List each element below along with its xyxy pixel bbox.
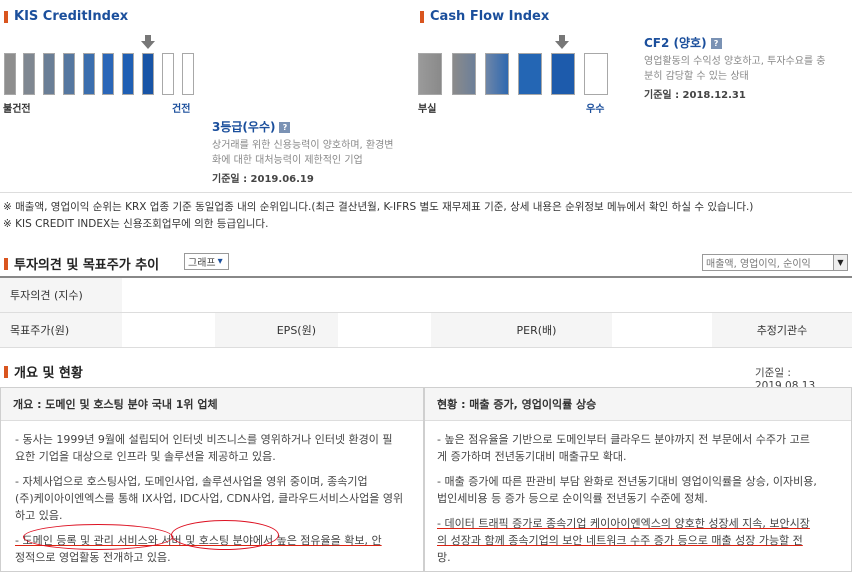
invest-table: 투자의견 (지수) 목표주가(원) EPS(원) PER(배) 추정기관수 (0, 276, 852, 348)
overview-right-box: 현황 : 매출 증가, 영업이익률 상승 - 높은 점유율을 기반으로 도메인부… (424, 387, 852, 572)
bullet-line: 요한 기업을 대상으로 인프라 및 솔루션을 제공하고 있음. (15, 450, 276, 463)
cf-grade: CF2 (양호)? (644, 34, 722, 51)
bullet-line: - 동사는 1999년 9월에 설립되어 인터넷 비즈니스를 영위하거나 인터넷… (15, 433, 393, 446)
kis-bar-7 (122, 53, 134, 95)
graph-select[interactable]: 그래프 ▾ (184, 253, 229, 270)
overview-right-head: 현황 : 매출 증가, 영업이익률 상승 (425, 388, 851, 421)
highlight-circle (171, 520, 279, 550)
question-icon[interactable]: ? (279, 122, 291, 133)
sort-select[interactable]: 매출액, 영업이익, 순이익 ▼ (702, 254, 848, 271)
bullet-line: 의 성장과 함께 종속기업의 보안 네트워크 수주 증가 등으로 매출 성장 가… (437, 534, 803, 547)
cf-desc: 영업활동의 수익성 양호하고, 투자수요를 충 분히 감당할 수 있는 상태 (644, 54, 849, 84)
note-2: ※ KIS CREDIT INDEX는 신용조회업무에 의한 등급입니다. (3, 218, 269, 230)
invest-grid: 투자의견 (지수) 목표주가(원) EPS(원) PER(배) 추정기관수 (0, 278, 852, 348)
section-marker (4, 10, 8, 23)
cf-bar-6 (584, 53, 608, 95)
bullet-line: - 자체사업으로 호스팅사업, 도메인사업, 솔루션사업을 영위 중이며, 종속… (15, 475, 368, 488)
analyst-label: 추정기관수 (712, 312, 852, 347)
kis-grade-text: 3등급(우수) (212, 120, 276, 134)
cf-bar-5 (551, 53, 575, 95)
overview-left-box: 개요 : 도메인 및 호스팅 분야 국내 1위 업체 - 동사는 1999년 9… (0, 387, 424, 572)
per-value (612, 313, 712, 347)
kis-date: 기준일 : 2019.06.19 (212, 174, 314, 185)
kis-bar-10 (182, 53, 194, 95)
note-1: ※ 매출액, 영업이익 순위는 KRX 업종 기준 동일업종 내의 순위입니다.… (3, 201, 754, 213)
divider (0, 192, 852, 193)
overview-title: 개요 및 현황 (4, 362, 83, 381)
kis-title-text: KIS CreditIndex (14, 9, 129, 24)
kis-bar-1 (4, 53, 16, 95)
bullet-line: 정적으로 영업활동 전개하고 있음. (15, 551, 171, 564)
cf-date: 기준일 : 2018.12.31 (644, 90, 746, 101)
per-label: PER(배) (430, 312, 612, 348)
bullet-line: - 매출 증가에 따른 판관비 부담 완화로 전년동기대비 영업이익률을 상승,… (437, 475, 817, 488)
section-marker (420, 10, 424, 23)
arrow-down-head-icon (141, 41, 155, 49)
cf-grade-text: CF2 (양호) (644, 36, 707, 50)
kis-bar-8 (142, 53, 154, 95)
kis-bar-2 (23, 53, 35, 95)
question-icon[interactable]: ? (710, 38, 722, 49)
invest-opinion-label: 투자의견 (지수) (0, 278, 122, 313)
kis-desc: 상거래를 위한 신용능력이 양호하며, 환경변 화에 대한 대처능력이 제한적인… (212, 138, 412, 168)
invest-opinion-value (121, 278, 852, 313)
cf-bar-4 (518, 53, 542, 95)
invest-title-text: 투자의견 및 목표주가 추이 (14, 258, 160, 273)
eps-label: EPS(원) (214, 312, 339, 348)
target-price-value (121, 312, 215, 348)
sort-select-value: 매출액, 영업이익, 순이익 (706, 259, 811, 270)
overview-left-bullet-1: - 동사는 1999년 9월에 설립되어 인터넷 비즈니스를 영위하거나 인터넷… (15, 431, 409, 465)
table-row: 목표주가(원) EPS(원) PER(배) 추정기관수 (0, 312, 852, 348)
cf-bar-2 (452, 53, 476, 95)
overview-right-bullet-1: - 높은 점유율을 기반으로 도메인부터 클라우드 분야까지 전 부문에서 수주… (437, 431, 839, 465)
chevron-down-icon[interactable]: ▼ (833, 255, 847, 270)
kis-bar-3 (43, 53, 55, 95)
cf-bar-3 (485, 53, 509, 95)
kis-bar-9 (162, 53, 174, 95)
kis-desc-line2: 화에 대한 대처능력이 제한적인 기업 (212, 155, 363, 166)
chevron-down-icon: ▾ (217, 256, 223, 267)
section-marker (4, 365, 8, 378)
arrow-down-head-icon (555, 41, 569, 49)
kis-title: KIS CreditIndex (4, 9, 128, 24)
overview-left-head: 개요 : 도메인 및 호스팅 분야 국내 1위 업체 (1, 388, 423, 421)
kis-bar-4 (63, 53, 75, 95)
cf-title: Cash Flow Index (420, 9, 549, 24)
cf-left-label: 부실 (418, 104, 437, 115)
bullet-line: (주)케이아이엔엑스를 통해 IX사업, IDC사업, CDN사업, 클라우드서… (15, 492, 404, 505)
bullet-line: 게 증가하며 전년동기대비 매출규모 확대. (437, 450, 627, 463)
overview-title-text: 개요 및 현황 (14, 366, 83, 381)
overview-right-bullet-2: - 매출 증가에 따른 판관비 부담 완화로 전년동기대비 영업이익률을 상승,… (437, 473, 839, 507)
kis-right-label: 건전 (172, 104, 191, 115)
analyst-cell: 추정기관수 (612, 312, 852, 348)
kis-desc-line1: 상거래를 위한 신용능력이 양호하며, 환경변 (212, 140, 394, 151)
overview-left-bullet-2: - 자체사업으로 호스팅사업, 도메인사업, 솔루션사업을 영위 중이며, 종속… (15, 473, 409, 524)
kis-grade: 3등급(우수)? (212, 118, 291, 135)
highlight-circle (23, 524, 173, 550)
cf-bar-1 (418, 53, 442, 95)
bullet-line: - 데이터 트래픽 증가로 종속기업 케이아이엔엑스의 양호한 성장세 지속, … (437, 517, 810, 530)
graph-select-value: 그래프 (188, 258, 216, 269)
bullet-line: - 높은 점유율을 기반으로 도메인부터 클라우드 분야까지 전 부문에서 수주… (437, 433, 810, 446)
cf-title-text: Cash Flow Index (430, 9, 550, 24)
eps-value (338, 312, 431, 348)
overview-right-body: - 높은 점유율을 기반으로 도메인부터 클라우드 분야까지 전 부문에서 수주… (425, 421, 851, 574)
bullet-line: 법인세비용 등 증가 등으로 순이익률 전년동기 수준에 정체. (437, 492, 708, 505)
kis-bar-5 (83, 53, 95, 95)
cf-desc-line1: 영업활동의 수익성 양호하고, 투자수요를 충 (644, 56, 826, 67)
overview-right-bullet-3: - 데이터 트래픽 증가로 종속기업 케이아이엔엑스의 양호한 성장세 지속, … (437, 515, 839, 566)
section-marker (4, 257, 8, 270)
kis-left-label: 불건전 (3, 104, 31, 115)
cf-desc-line2: 분히 감당할 수 있는 상태 (644, 71, 749, 82)
target-price-label: 목표주가(원) (0, 312, 122, 348)
invest-title: 투자의견 및 목표주가 추이 (4, 254, 159, 273)
table-row: 투자의견 (지수) (0, 278, 852, 313)
cf-right-label: 우수 (586, 104, 605, 115)
kis-bar-6 (102, 53, 114, 95)
bullet-line: 망. (437, 551, 451, 564)
overview-left-body: - 동사는 1999년 9월에 설립되어 인터넷 비즈니스를 영위하거나 인터넷… (1, 421, 423, 574)
